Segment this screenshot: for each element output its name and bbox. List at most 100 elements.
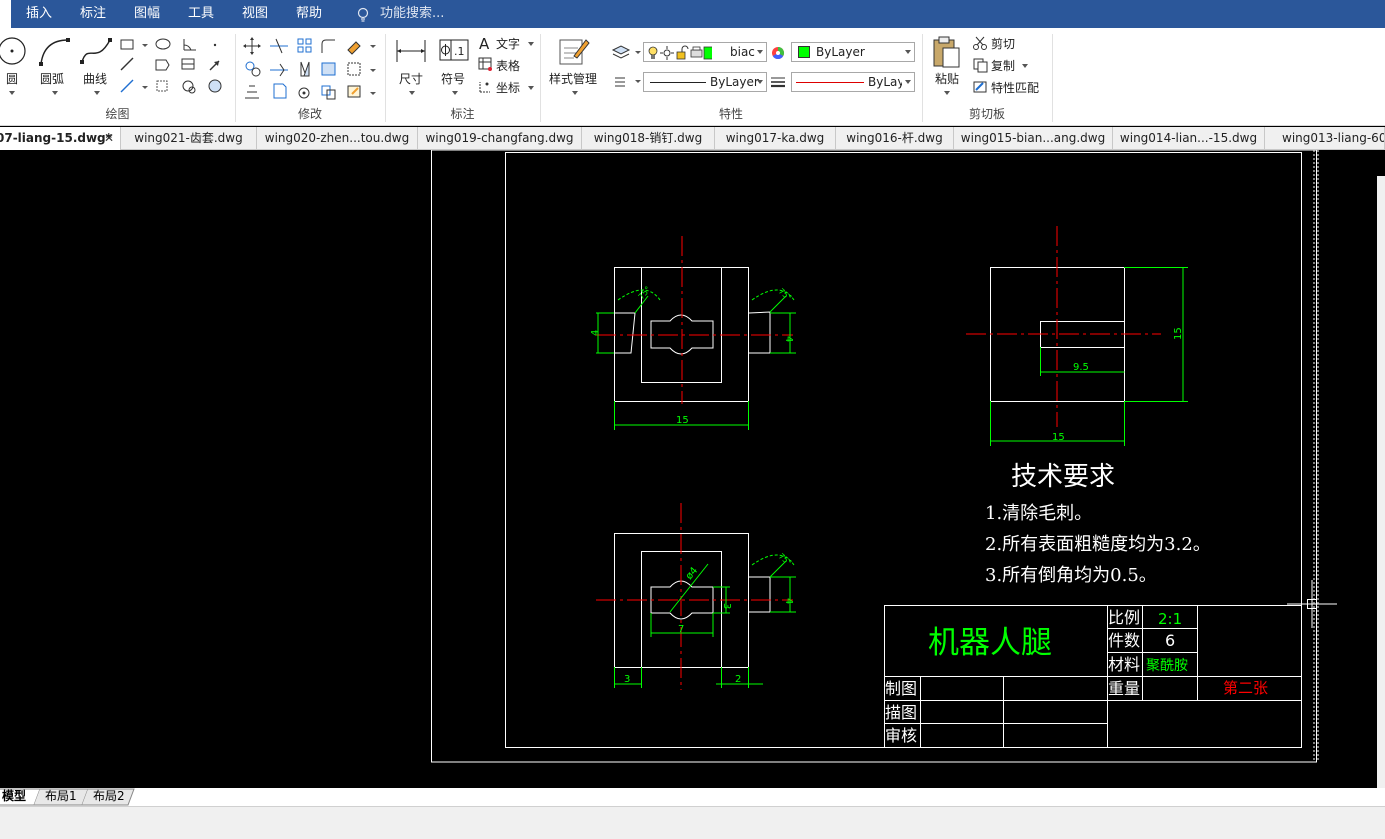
symbol-dropdown[interactable] (452, 91, 458, 95)
layout-tab-model[interactable]: 模型 (2, 788, 26, 806)
menu-tab-help[interactable]: 帮助 (296, 0, 322, 28)
line-icon (120, 57, 134, 71)
annotate-group-label: 标注 (450, 107, 475, 121)
linetype-dropdown[interactable]: ByLayer (643, 72, 767, 92)
cut-tool[interactable]: 剪切 (991, 35, 1015, 52)
doc-tab[interactable]: wing021-齿套.dwg (121, 127, 257, 150)
side-slot-dim: 9.5 (1073, 362, 1089, 373)
style-manager-dropdown[interactable] (572, 91, 578, 95)
tech-req-item: 1.清除毛刺。 (985, 503, 1092, 524)
top-right-height-dim: 4 (783, 598, 794, 604)
color-swatch (798, 46, 810, 58)
linetype-icon (615, 77, 625, 87)
close-tab-icon[interactable]: ✕ (104, 127, 114, 149)
sun-icon (660, 46, 674, 60)
doc-tab[interactable]: wing018-销钉.dwg (582, 127, 715, 150)
symbol-tool[interactable]: .1 (439, 38, 469, 64)
menu-tab-view[interactable]: 视图 (242, 0, 268, 28)
doc-tab[interactable]: wing014-lian...-15.dwg (1113, 127, 1265, 150)
circle-tool[interactable] (0, 36, 30, 66)
scale-icon (273, 83, 287, 99)
clipboard-group-label: 剪切板 (968, 107, 1005, 121)
text-dropdown[interactable] (528, 42, 534, 46)
modify-tools[interactable] (242, 36, 382, 100)
menu-tab-annotate[interactable]: 标注 (80, 0, 106, 28)
doc-tab[interactable]: wing015-bian...ang.dwg (954, 127, 1113, 150)
style-manager-tool[interactable] (558, 36, 590, 66)
circle-label: 圆 (6, 72, 19, 86)
paste-dropdown[interactable] (944, 91, 950, 95)
doc-tab[interactable]: wing020-zhen...tou.dwg (257, 127, 418, 150)
layout-tab-2[interactable]: 布局2 (93, 788, 125, 806)
table-tool[interactable]: 表格 (496, 57, 520, 74)
dimension-tool[interactable] (395, 38, 427, 64)
curve-label: 曲线 (83, 72, 108, 86)
curve-dropdown[interactable] (94, 91, 100, 95)
menu-tab-sheet[interactable]: 图幅 (134, 0, 160, 28)
menu-tab-tools[interactable]: 工具 (188, 0, 214, 28)
top-view: ø4 7 3 75° 4 3 2 (596, 503, 796, 690)
menu-tab-insert[interactable]: 插入 (26, 0, 52, 28)
paste-label: 粘贴 (935, 72, 960, 86)
drawing-svg: 15 4 4 75° 75° 15 15 9.5 ø4 7 3 75° 4 3 … (431, 150, 1337, 763)
lineweight-dropdown[interactable]: ByLay (791, 72, 915, 92)
layer-tools[interactable] (610, 42, 644, 94)
angle-icon (183, 39, 196, 51)
circle-dropdown[interactable] (9, 91, 15, 95)
layer-state-icons (648, 45, 712, 60)
clipboard-small-icons (973, 36, 988, 93)
front-left-height-dim: 4 (590, 330, 601, 336)
drawn-by-label: 制图 (885, 679, 917, 698)
layout-tab-1[interactable]: 布局1 (45, 788, 77, 806)
doc-tab[interactable]: wing017-ka.dwg (715, 127, 836, 150)
vertical-scrollbar[interactable] (1377, 176, 1385, 816)
arc-tool[interactable] (38, 36, 70, 66)
stretch-icon (321, 62, 336, 76)
layer-dropdown[interactable]: biac (643, 42, 767, 62)
color-value: ByLayer (816, 45, 865, 59)
doc-tab[interactable]: wing019-changfang.dwg (418, 127, 582, 150)
doc-tab[interactable]: wing013-liang-60.dwg (1265, 127, 1385, 150)
color-wheel-icon[interactable] (770, 45, 786, 61)
coordinate-dropdown[interactable] (528, 86, 534, 90)
linetype-preview (650, 82, 706, 83)
doc-tab-label: 07-liang-15.dwg* (0, 131, 112, 145)
coordinate-tool[interactable]: 坐标 (496, 79, 520, 96)
front-view: 15 4 4 75° 75° (590, 236, 796, 430)
group-separator (1052, 34, 1053, 122)
technical-requirements: 技术要求 1.清除毛刺。 2.所有表面粗糙度均为3.2。 3.所有倒角均为0.5… (985, 462, 1211, 586)
lineweight-value: ByLay (868, 75, 902, 89)
scissors-icon (973, 36, 987, 50)
table-icon (478, 57, 492, 71)
side-width-dim: 15 (1052, 432, 1065, 443)
drawing-canvas[interactable]: 15 4 4 75° 75° 15 15 9.5 ø4 7 3 75° 4 3 … (0, 150, 1385, 788)
front-left-angle-dim: 75° (637, 285, 653, 302)
sheet-number: 第二张 (1223, 679, 1268, 697)
color-dropdown[interactable]: ByLayer (791, 42, 915, 62)
side-view: 15 15 9.5 (966, 226, 1188, 446)
top-angle-dim: 75° (777, 552, 794, 568)
paste-tool[interactable] (932, 36, 962, 68)
fillet-icon (321, 39, 335, 53)
application-menu-button[interactable] (0, 0, 11, 28)
crosshair-cursor (1287, 580, 1337, 628)
scale-label: 比例 (1108, 608, 1140, 627)
arc-dropdown[interactable] (52, 91, 58, 95)
doc-tab[interactable]: wing016-杆.dwg (836, 127, 954, 150)
layout-tabs: 模型 布局1 布局2 (0, 788, 1385, 806)
curve-tool[interactable] (80, 36, 112, 66)
text-tool[interactable]: 文字 (496, 35, 520, 52)
svg-text:.1: .1 (454, 45, 465, 58)
lineweight-icon[interactable] (771, 76, 785, 88)
array-icon (297, 38, 312, 53)
dimension-dropdown[interactable] (409, 91, 415, 95)
mirror-icon (300, 61, 310, 77)
status-bar (0, 806, 1385, 839)
copy-dropdown[interactable] (1022, 64, 1028, 68)
draw-small-tools[interactable] (118, 36, 230, 100)
point-icon (213, 43, 217, 47)
copy-tool[interactable]: 复制 (991, 57, 1015, 74)
layer-color-swatch (703, 46, 712, 60)
match-properties-tool[interactable]: 特性匹配 (991, 79, 1039, 96)
doc-tab-active[interactable]: 07-liang-15.dwg* ✕ (0, 127, 121, 150)
